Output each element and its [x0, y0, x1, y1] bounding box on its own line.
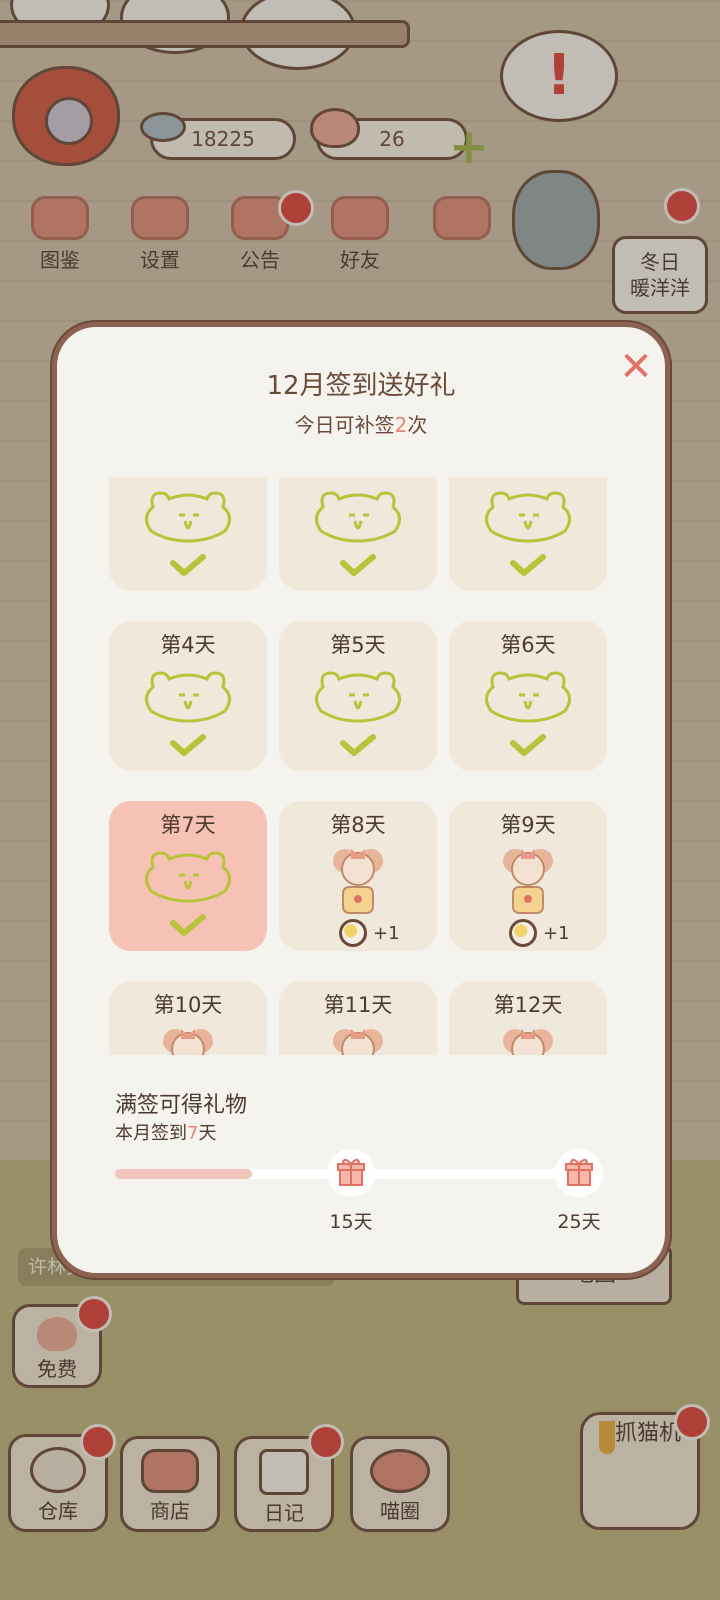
makeup-checkin-text: 今日可补签2次: [57, 409, 665, 438]
reward-amount: +1: [373, 922, 400, 944]
day-label: 第7天: [160, 813, 216, 837]
day-label: 第1天: [109, 477, 267, 479]
day-cell[interactable]: 第11天: [279, 981, 437, 1055]
checkmark-icon: [169, 913, 207, 937]
makeup-prefix: 今日可补签: [294, 413, 395, 437]
reward-character-icon: [155, 1019, 221, 1055]
gift-icon: [337, 1158, 365, 1186]
day-label: 第5天: [330, 633, 386, 657]
day-cell[interactable]: 第3天: [449, 477, 607, 591]
milestone-gift-15[interactable]: [327, 1149, 375, 1197]
checkin-modal: 12月签到送好礼 今日可补签2次 ✕ 第1天 第2天 第3天第4天 第5天 第6天第7天…: [52, 322, 670, 1278]
day-cell[interactable]: 第4天: [109, 621, 267, 771]
cat-face-stamp-icon: [139, 845, 237, 903]
day-label: 第8天: [330, 813, 386, 837]
reward-character-icon: [325, 1019, 391, 1055]
modal-title: 12月签到送好礼: [266, 371, 456, 401]
reward-count: +1: [339, 919, 400, 947]
checkmark-icon: [339, 733, 377, 757]
reward-character-icon: [325, 839, 391, 919]
makeup-suffix: 次: [407, 413, 428, 437]
cat-face-stamp-icon: [309, 485, 407, 543]
day-grid-scroll[interactable]: 第1天 第2天 第3天第4天 第5天 第6天第7天 第8天 +1 第9天 +1 第10天 第11天 第…: [109, 477, 609, 1055]
ball-toy-icon: [509, 919, 537, 947]
checkmark-icon: [169, 733, 207, 757]
day-label: 第10天: [153, 993, 223, 1017]
checkmark-icon: [509, 733, 547, 757]
month-checkin-text: 本月签到7天: [115, 1119, 216, 1145]
reward-character-icon: [495, 839, 561, 919]
checkmark-icon: [509, 553, 547, 577]
month-suffix: 天: [198, 1123, 217, 1144]
milestone-label-15: 15天: [329, 1211, 373, 1233]
close-icon[interactable]: ✕: [617, 347, 655, 387]
day-cell[interactable]: 第9天 +1: [449, 801, 607, 951]
day-label: 第2天: [279, 477, 437, 479]
cat-face-stamp-icon: [139, 665, 237, 723]
ball-toy-icon: [339, 919, 367, 947]
day-cell[interactable]: 第2天: [279, 477, 437, 591]
day-label: 第11天: [323, 993, 393, 1017]
month-count: 7: [187, 1123, 199, 1144]
gift-icon: [565, 1158, 593, 1186]
reward-count: +1: [509, 919, 570, 947]
progress-fill: [115, 1169, 252, 1179]
month-prefix: 本月签到: [115, 1123, 187, 1144]
reward-amount: +1: [543, 922, 570, 944]
day-cell[interactable]: 第7天: [109, 801, 267, 951]
day-label: 第4天: [160, 633, 216, 657]
day-label: 第12天: [493, 993, 563, 1017]
day-label: 第9天: [500, 813, 556, 837]
day-cell[interactable]: 第6天: [449, 621, 607, 771]
day-label: 第6天: [500, 633, 556, 657]
cat-face-stamp-icon: [139, 485, 237, 543]
checkmark-icon: [339, 553, 377, 577]
day-cell[interactable]: 第5天: [279, 621, 437, 771]
day-cell[interactable]: 第8天 +1: [279, 801, 437, 951]
checkmark-icon: [169, 553, 207, 577]
cat-face-stamp-icon: [479, 665, 577, 723]
makeup-count: 2: [394, 413, 408, 437]
reward-character-icon: [495, 1019, 561, 1055]
day-label: 第3天: [449, 477, 607, 479]
milestone-gift-25[interactable]: [555, 1149, 603, 1197]
cat-face-stamp-icon: [479, 485, 577, 543]
day-cell[interactable]: 第1天: [109, 477, 267, 591]
day-cell[interactable]: 第10天: [109, 981, 267, 1055]
full-checkin-title: 满签可得礼物: [115, 1093, 248, 1118]
cat-face-stamp-icon: [309, 665, 407, 723]
milestone-label-25: 25天: [557, 1211, 601, 1233]
day-cell[interactable]: 第12天: [449, 981, 607, 1055]
